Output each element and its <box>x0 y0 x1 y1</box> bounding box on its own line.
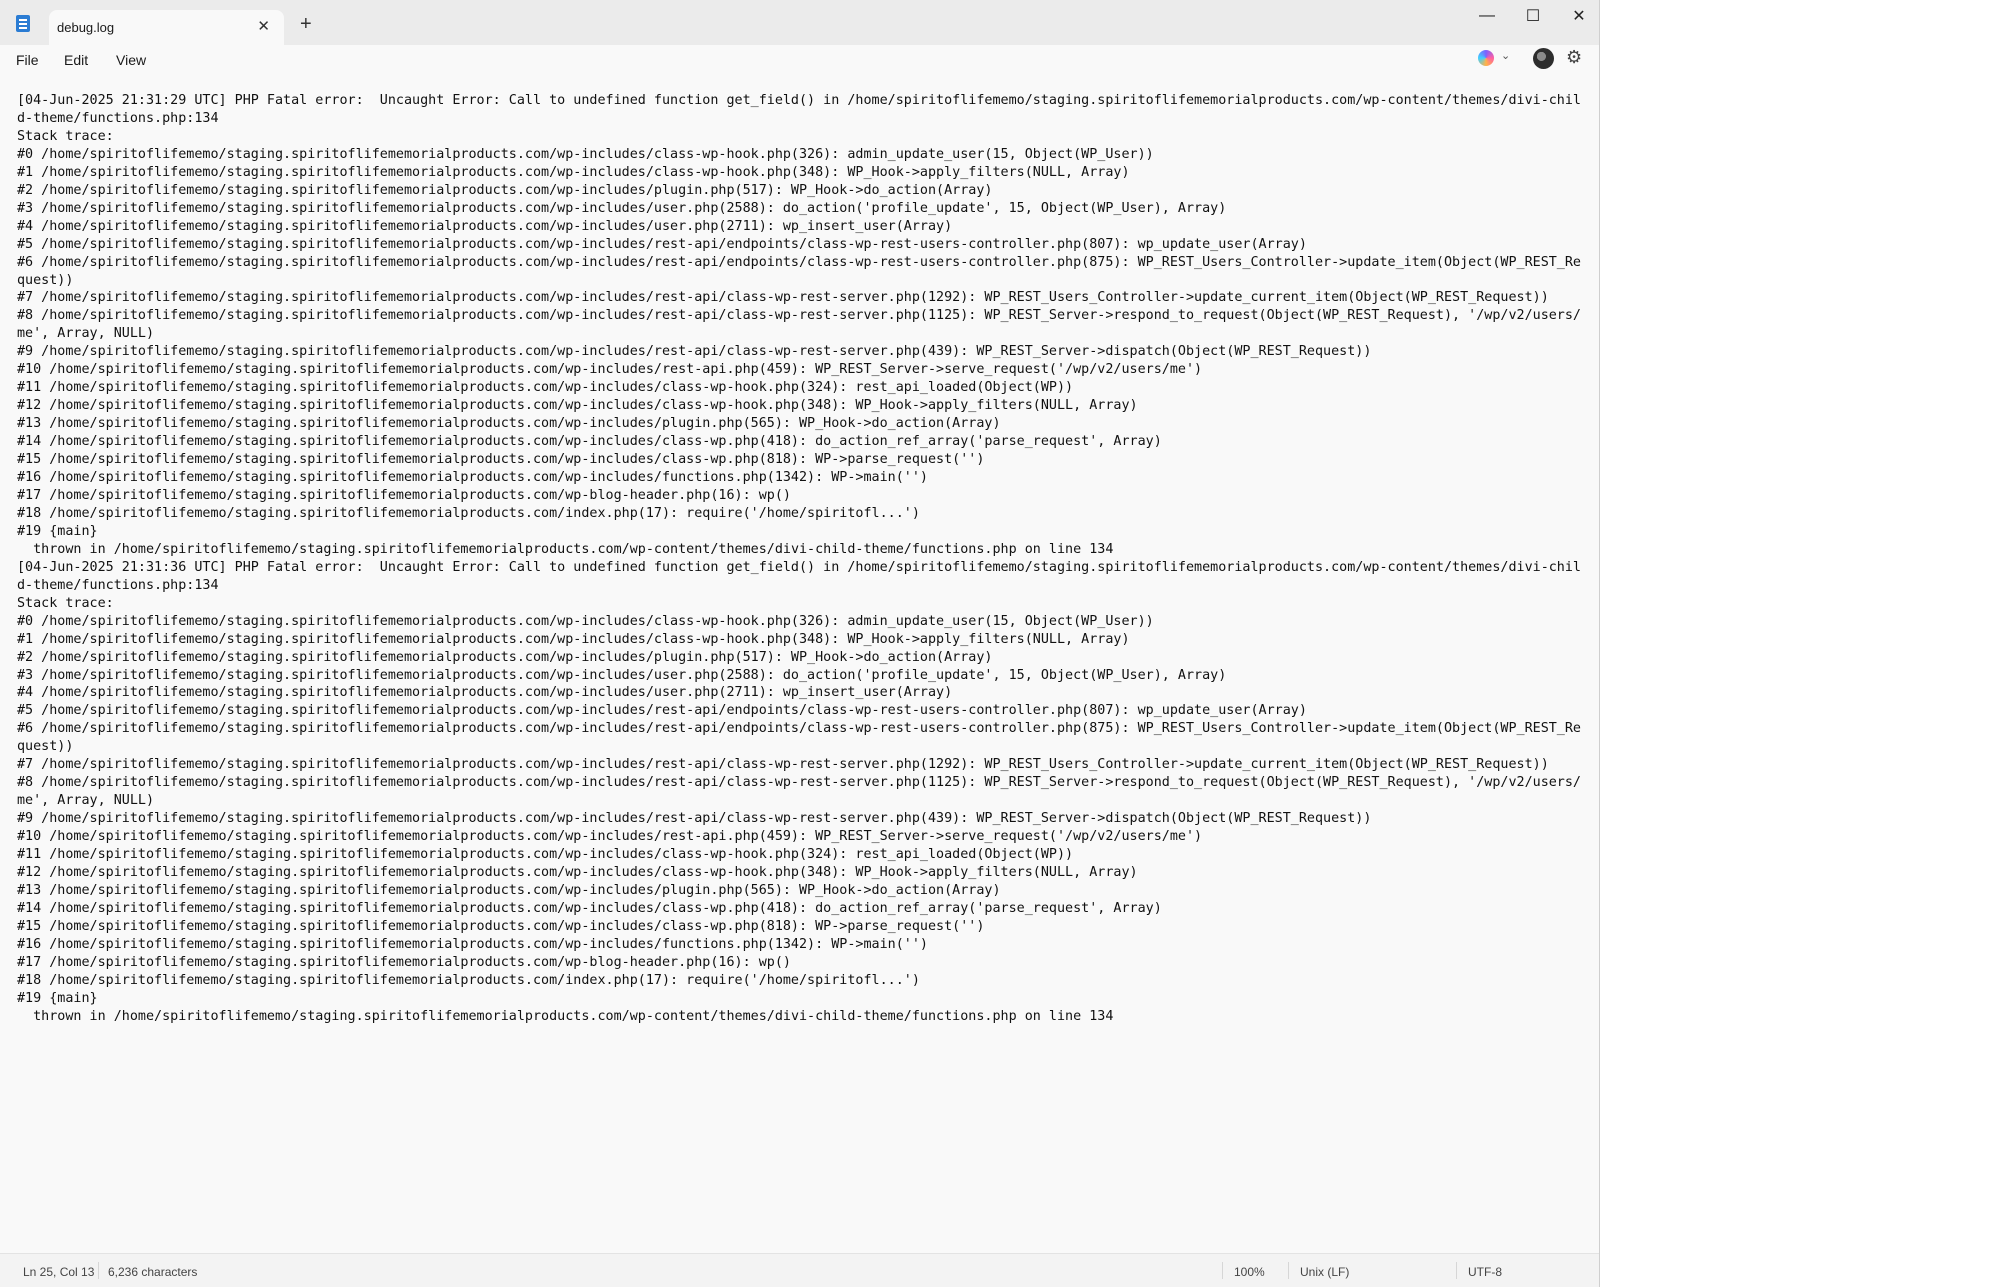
close-window-button[interactable]: ✕ <box>1556 0 1602 32</box>
status-divider <box>1288 1262 1289 1279</box>
text-editor[interactable]: [04-Jun-2025 21:31:29 UTC] PHP Fatal err… <box>0 76 1598 1252</box>
menu-edit[interactable]: Edit <box>64 52 88 68</box>
gear-icon[interactable]: ⚙ <box>1566 47 1582 68</box>
encoding[interactable]: UTF-8 <box>1468 1265 1502 1279</box>
zoom-level[interactable]: 100% <box>1234 1265 1265 1279</box>
close-tab-icon[interactable]: ✕ <box>257 17 270 35</box>
maximize-button[interactable]: ☐ <box>1510 0 1556 32</box>
notepad-app-icon <box>16 15 30 32</box>
line-endings[interactable]: Unix (LF) <box>1300 1265 1349 1279</box>
title-bar: debug.log ✕ + — ☐ ✕ <box>0 0 1599 45</box>
minimize-button[interactable]: — <box>1464 0 1510 32</box>
log-content[interactable]: [04-Jun-2025 21:31:29 UTC] PHP Fatal err… <box>0 76 1598 1026</box>
notepad-window: debug.log ✕ + — ☐ ✕ File Edit View ⌄ ⚙ [… <box>0 0 1600 1287</box>
status-bar: Ln 25, Col 13 6,236 characters 100% Unix… <box>0 1253 1599 1287</box>
status-divider <box>98 1262 99 1279</box>
copilot-icon[interactable] <box>1478 50 1494 66</box>
new-tab-button[interactable]: + <box>300 14 312 34</box>
menu-file[interactable]: File <box>16 52 39 68</box>
chevron-down-icon[interactable]: ⌄ <box>1501 49 1510 62</box>
status-divider <box>1456 1262 1457 1279</box>
tab-title: debug.log <box>57 20 115 35</box>
tab-debug-log[interactable]: debug.log ✕ <box>49 10 284 45</box>
menu-view[interactable]: View <box>116 52 146 68</box>
menu-bar: File Edit View <box>0 45 1599 75</box>
cursor-position[interactable]: Ln 25, Col 13 <box>23 1265 94 1279</box>
status-divider <box>1222 1262 1223 1279</box>
character-count: 6,236 characters <box>108 1265 198 1279</box>
avatar[interactable] <box>1533 48 1554 69</box>
